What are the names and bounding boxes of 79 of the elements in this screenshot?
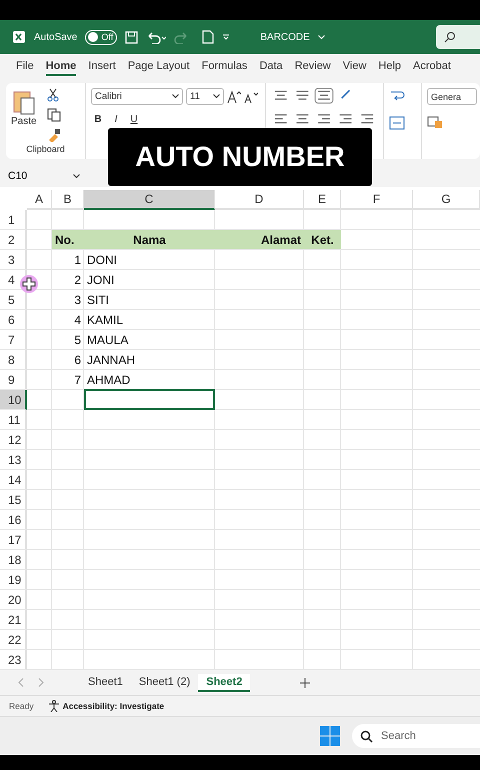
copy-icon[interactable] bbox=[46, 108, 61, 122]
row-header[interactable]: 10 bbox=[0, 390, 27, 410]
cursor-icon bbox=[19, 274, 39, 294]
shrink-font-icon[interactable] bbox=[244, 90, 258, 104]
table-cell-text: 4 bbox=[73, 312, 82, 328]
autosave-label: AutoSave bbox=[34, 32, 78, 42]
taskbar-search-field[interactable]: Search bbox=[352, 724, 480, 748]
underline-button[interactable]: U bbox=[127, 114, 141, 125]
autosave-toggle[interactable]: Off bbox=[85, 30, 118, 44]
add-sheet-icon[interactable] bbox=[300, 678, 310, 688]
column-header[interactable]: F bbox=[341, 190, 413, 210]
caret-icon bbox=[172, 94, 179, 99]
column-header[interactable]: E bbox=[304, 190, 341, 210]
cut-icon[interactable] bbox=[46, 88, 59, 102]
sheet-tab[interactable]: Sheet2 bbox=[198, 674, 250, 692]
ribbon-tab[interactable]: Home bbox=[46, 58, 76, 76]
name-box[interactable]: C10 bbox=[8, 170, 86, 182]
merge-icon[interactable] bbox=[389, 116, 405, 130]
caret-icon[interactable] bbox=[222, 33, 230, 41]
column-title: Alamat bbox=[215, 230, 304, 249]
table-cell-text: 3 bbox=[73, 292, 82, 308]
caret-icon bbox=[73, 174, 80, 178]
ribbon-tab[interactable]: Help bbox=[378, 58, 402, 76]
column-header[interactable]: B bbox=[52, 190, 84, 210]
table-cell-text: 5 bbox=[73, 332, 82, 348]
file-name[interactable]: BARCODE bbox=[260, 32, 310, 42]
ribbon-tab[interactable]: Acrobat bbox=[413, 58, 451, 76]
accessibility-icon bbox=[48, 700, 60, 712]
sheet-tab[interactable]: Sheet1 bbox=[80, 674, 131, 692]
paste-button[interactable]: Paste bbox=[11, 116, 37, 127]
ribbon-tab[interactable]: File bbox=[16, 58, 34, 76]
ribbon-tab[interactable]: Review bbox=[294, 58, 331, 76]
table-cell-text: 7 bbox=[73, 372, 82, 388]
ribbon-tab[interactable]: Insert bbox=[88, 58, 116, 76]
table-cell-text: DONI bbox=[86, 252, 118, 268]
save-icon[interactable] bbox=[125, 30, 138, 44]
grow-font-icon[interactable] bbox=[227, 90, 241, 104]
italic-button[interactable]: I bbox=[109, 114, 123, 125]
column-header[interactable]: D bbox=[215, 190, 304, 210]
group-label: Clipboard bbox=[25, 144, 66, 154]
column-header[interactable]: A bbox=[27, 190, 52, 210]
format-painter-icon[interactable] bbox=[46, 128, 61, 142]
document-icon[interactable] bbox=[202, 30, 214, 44]
font-size-dropdown[interactable]: 11 bbox=[186, 88, 224, 105]
undo-icon[interactable] bbox=[146, 30, 166, 44]
status-text: Ready bbox=[9, 701, 34, 711]
caret-icon bbox=[318, 34, 325, 40]
table-cell-text: SITI bbox=[86, 292, 110, 308]
caret-icon bbox=[213, 94, 220, 99]
table-cell-text: AHMAD bbox=[86, 372, 132, 388]
table-cell-text: 6 bbox=[73, 352, 82, 368]
font-dropdown[interactable]: Calibri bbox=[91, 88, 183, 105]
column-title: No. bbox=[52, 230, 84, 249]
column-header[interactable]: G bbox=[413, 190, 480, 210]
bold-button[interactable]: B bbox=[91, 114, 105, 125]
search-field[interactable] bbox=[436, 25, 480, 49]
sheet-tab[interactable]: Sheet1 (2) bbox=[130, 674, 198, 692]
table-cell-text: JANNAH bbox=[86, 352, 136, 368]
conditional-format-icon[interactable] bbox=[427, 115, 443, 129]
selected-cell[interactable] bbox=[84, 389, 215, 410]
ribbon-tab[interactable]: Page Layout bbox=[128, 58, 190, 76]
overlay-title: AUTO NUMBER bbox=[108, 128, 372, 186]
ribbon-tab[interactable]: View bbox=[342, 58, 366, 76]
column-title: Nama bbox=[84, 230, 215, 249]
column-header[interactable]: C bbox=[84, 190, 215, 210]
table-cell-text: JONI bbox=[86, 272, 116, 288]
accessibility-status: Accessibility: Investigate bbox=[62, 701, 164, 711]
table-cell-text: 1 bbox=[73, 252, 82, 268]
start-icon[interactable] bbox=[320, 726, 340, 746]
column-title: Ket. bbox=[304, 230, 341, 249]
table-cell-text: MAULA bbox=[86, 332, 130, 348]
number-format-dropdown[interactable]: Genera bbox=[427, 88, 477, 105]
ribbon-tab[interactable]: Formulas bbox=[202, 58, 248, 76]
excel-logo-icon bbox=[12, 30, 26, 44]
search-icon bbox=[444, 31, 456, 43]
search-icon bbox=[360, 730, 373, 742]
table-cell-text: 2 bbox=[73, 272, 82, 288]
ribbon-tab[interactable]: Data bbox=[259, 58, 283, 76]
table-cell-text: KAMIL bbox=[86, 312, 124, 328]
